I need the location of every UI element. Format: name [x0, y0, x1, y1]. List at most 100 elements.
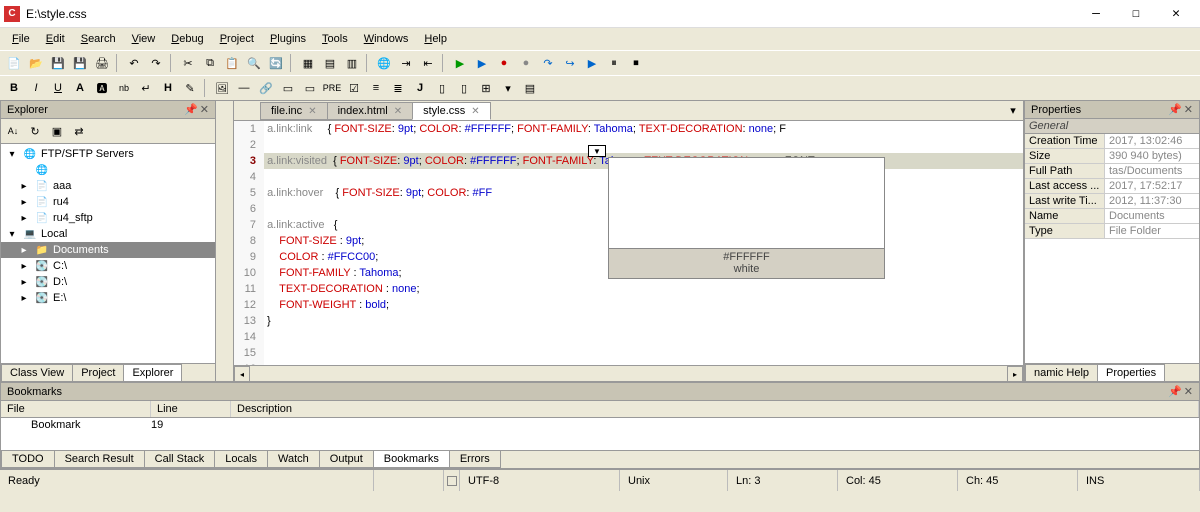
heading-icon[interactable]: H	[158, 78, 178, 98]
textarea-icon[interactable]: ▭	[300, 78, 320, 98]
step-over-icon[interactable]: ↪	[560, 53, 580, 73]
color-swatch[interactable]	[608, 157, 885, 249]
bookmark-col[interactable]: Line	[151, 401, 231, 417]
horizontal-scrollbar[interactable]: ◂ ▸	[234, 365, 1023, 381]
italic-icon[interactable]: I	[26, 78, 46, 98]
bottom-tab[interactable]: Call Stack	[144, 451, 216, 468]
file-tab[interactable]: style.css✕	[412, 102, 491, 120]
tab-close-icon[interactable]: ✕	[394, 106, 402, 117]
hr-icon[interactable]: —	[234, 78, 254, 98]
status-ins[interactable]: INS	[1078, 470, 1200, 491]
stop-icon[interactable]: ●	[516, 53, 536, 73]
property-row[interactable]: TypeFile Folder	[1025, 224, 1199, 239]
close-button[interactable]: ✕	[1156, 0, 1196, 28]
anchor-icon[interactable]: A	[70, 78, 90, 98]
sort-icon[interactable]: A↓	[3, 121, 23, 141]
tree-item[interactable]: ▸📄ru4	[1, 194, 215, 210]
file-tab[interactable]: index.html✕	[327, 102, 414, 120]
status-eol[interactable]: Unix	[620, 470, 728, 491]
underline-icon[interactable]: U	[48, 78, 68, 98]
side-tab[interactable]: Project	[72, 364, 124, 381]
break-icon[interactable]: ●	[494, 53, 514, 73]
debug-icon[interactable]: ▶	[472, 53, 492, 73]
nbsp-icon[interactable]: nb	[114, 78, 134, 98]
save-all-icon[interactable]: 💾	[70, 53, 90, 73]
menu-search[interactable]: Search	[75, 31, 122, 47]
outdent-icon[interactable]: ⇤	[418, 53, 438, 73]
tree-item[interactable]: ▸📄ru4_sftp	[1, 210, 215, 226]
panel-close-icon[interactable]: ✕	[1184, 385, 1193, 398]
menu-windows[interactable]: Windows	[358, 31, 415, 47]
menu-project[interactable]: Project	[214, 31, 260, 47]
tab-close-icon[interactable]: ✕	[308, 106, 316, 117]
property-row[interactable]: Full Pathtas/Documents	[1025, 164, 1199, 179]
panel-close-icon[interactable]: ✕	[1184, 103, 1193, 116]
font-icon[interactable]: 🅰	[92, 78, 112, 98]
select-icon[interactable]: ▾	[498, 78, 518, 98]
tree-item[interactable]: ▾🌐FTP/SFTP Servers	[1, 146, 215, 162]
menu-plugins[interactable]: Plugins	[264, 31, 312, 47]
comment-icon[interactable]: ✎	[180, 78, 200, 98]
undo-icon[interactable]: ↶	[124, 53, 144, 73]
link-icon[interactable]: 🔗	[256, 78, 276, 98]
script-icon[interactable]: J	[410, 78, 430, 98]
panel-gutter[interactable]	[216, 100, 234, 382]
tree-item[interactable]: 🌐	[1, 162, 215, 178]
toggle3-icon[interactable]: ▥	[342, 53, 362, 73]
side-tab[interactable]: Explorer	[123, 364, 182, 381]
side-tab[interactable]: Properties	[1097, 364, 1165, 381]
toggle2-icon[interactable]: ▤	[320, 53, 340, 73]
bookmark-col[interactable]: File	[1, 401, 151, 417]
minimize-button[interactable]: —	[1076, 0, 1116, 28]
dropdown-trigger-icon[interactable]: ▼	[588, 145, 606, 157]
checkbox-icon[interactable]: ☑	[344, 78, 364, 98]
scroll-left-icon[interactable]: ◂	[234, 366, 250, 382]
bottom-tab[interactable]: TODO	[1, 451, 55, 468]
side-tab[interactable]: Class View	[1, 364, 73, 381]
maximize-button[interactable]: ☐	[1116, 0, 1156, 28]
side-tab[interactable]: namic Help	[1025, 364, 1098, 381]
property-row[interactable]: Last write Ti...2012, 11:37:30	[1025, 194, 1199, 209]
bookmark-col[interactable]: Description	[231, 401, 1199, 417]
pin-icon[interactable]: 📌	[1168, 103, 1182, 116]
status-encoding[interactable]: UTF-8	[460, 470, 620, 491]
indent-icon[interactable]: ⇥	[396, 53, 416, 73]
replace-icon[interactable]: 🔄	[266, 53, 286, 73]
pin-icon[interactable]: 📌	[1168, 385, 1182, 398]
bottom-tab[interactable]: Watch	[267, 451, 320, 468]
sync-icon[interactable]: ⇄	[69, 121, 89, 141]
tree-item[interactable]: ▸📁Documents	[1, 242, 215, 258]
break-tag-icon[interactable]: ↵	[136, 78, 156, 98]
step-icon[interactable]: ↷	[538, 53, 558, 73]
tree-item[interactable]: ▸💽C:\	[1, 258, 215, 274]
property-row[interactable]: Size390 940 bytes)	[1025, 149, 1199, 164]
stop2-icon[interactable]: ⏹	[626, 53, 646, 73]
div-icon[interactable]: ▯	[432, 78, 452, 98]
bookmark-row[interactable]: Bookmark19	[1, 418, 1199, 432]
copy-icon[interactable]: ⧉	[200, 53, 220, 73]
bookmarks-rows[interactable]: Bookmark19	[1, 418, 1199, 450]
bottom-tab[interactable]: Search Result	[54, 451, 145, 468]
scroll-right-icon[interactable]: ▸	[1007, 366, 1023, 382]
save-icon[interactable]: 💾	[48, 53, 68, 73]
file-tree[interactable]: ▾🌐FTP/SFTP Servers🌐▸📄aaa▸📄ru4▸📄ru4_sftp▾…	[1, 144, 215, 363]
span-icon[interactable]: ▯	[454, 78, 474, 98]
tab-dropdown-icon[interactable]: ▾	[1003, 100, 1023, 120]
property-row[interactable]: Creation Time2017, 13:02:46	[1025, 134, 1199, 149]
cut-icon[interactable]: ✂	[178, 53, 198, 73]
menu-view[interactable]: View	[126, 31, 162, 47]
tree-item[interactable]: ▸💽E:\	[1, 290, 215, 306]
code-editor[interactable]: 1 a.link:link { FONT-SIZE: 9pt; COLOR: #…	[234, 121, 1023, 365]
menu-file[interactable]: File	[6, 31, 36, 47]
paste-icon[interactable]: 📋	[222, 53, 242, 73]
collapse-icon[interactable]: ▣	[47, 121, 67, 141]
bottom-tab[interactable]: Errors	[449, 451, 501, 468]
list-icon[interactable]: ≡	[366, 78, 386, 98]
menu-help[interactable]: Help	[418, 31, 453, 47]
olist-icon[interactable]: ≣	[388, 78, 408, 98]
toggle-icon[interactable]: ▦	[298, 53, 318, 73]
bottom-tab[interactable]: Output	[319, 451, 374, 468]
refresh-icon[interactable]: ↻	[25, 121, 45, 141]
redo-icon[interactable]: ↷	[146, 53, 166, 73]
tree-item[interactable]: ▸📄aaa	[1, 178, 215, 194]
